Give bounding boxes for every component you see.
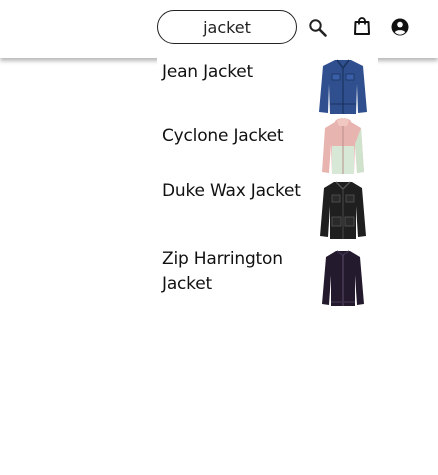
result-item-jean-jacket[interactable]: Jean Jacket [157,56,378,120]
shopping-bag-icon[interactable] [352,16,372,36]
result-item-cyclone-jacket[interactable]: Cyclone Jacket [157,116,378,183]
result-title[interactable]: Duke Wax Jacket [162,179,302,204]
search-results-dropdown: Jean Jacket Cyclone Jacket Duke Wax Jack… [157,56,378,314]
page: Jean Jacket Cyclone Jacket [0,0,438,475]
result-item-zip-harrington-jacket[interactable]: Zip Harrington Jacket [157,247,378,311]
denim-jacket-image[interactable] [317,56,369,118]
result-item-duke-wax-jacket[interactable]: Duke Wax Jacket [157,179,378,243]
result-title[interactable]: Jean Jacket [162,60,302,85]
result-title[interactable]: Cyclone Jacket [162,124,302,149]
result-title[interactable]: Zip Harrington Jacket [162,247,302,297]
account-icon[interactable] [390,17,410,37]
search-box[interactable] [157,10,297,44]
black-wax-jacket-image[interactable] [317,179,369,241]
pink-mint-windbreaker-image[interactable] [317,116,369,178]
search-icon[interactable] [308,18,328,38]
navy-harrington-jacket-image[interactable] [317,248,369,310]
search-input[interactable] [158,11,296,43]
